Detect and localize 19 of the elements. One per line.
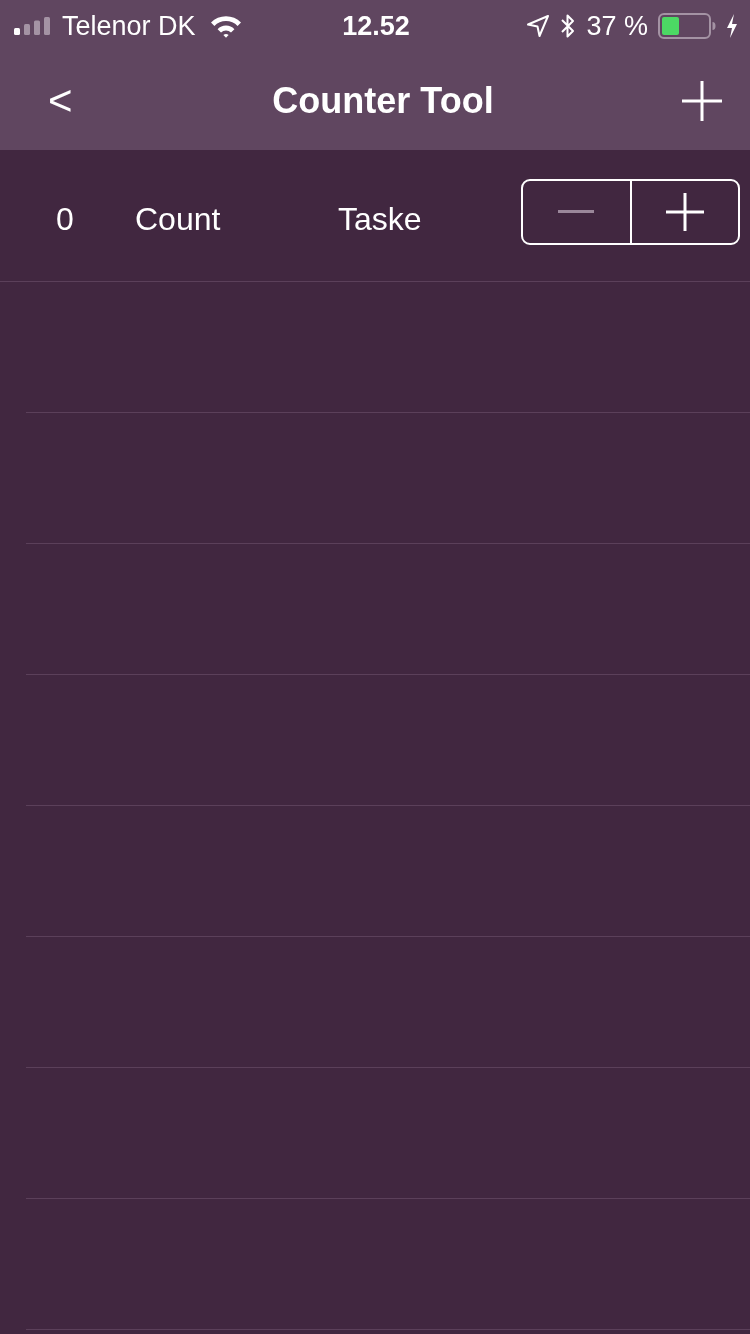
count-value: 0 xyxy=(55,200,75,238)
counter-category: Taske xyxy=(338,200,423,238)
battery-icon xyxy=(658,13,716,39)
bluetooth-icon xyxy=(560,13,577,39)
minus-icon xyxy=(558,210,595,213)
plus-icon xyxy=(665,192,704,231)
counter-row[interactable]: 0 Count Taske xyxy=(0,150,750,282)
carrier-name: Telenor DK xyxy=(62,10,196,42)
add-icon xyxy=(682,81,722,121)
add-button[interactable] xyxy=(682,81,722,121)
clock-time: 12.52 xyxy=(342,10,410,42)
battery-percentage: 37 % xyxy=(586,10,648,42)
charging-bolt-icon xyxy=(726,14,738,38)
wifi-icon xyxy=(209,14,242,38)
screen-title: Counter Tool xyxy=(272,80,494,122)
back-button[interactable]: < xyxy=(44,80,77,122)
location-arrow-icon xyxy=(526,14,551,38)
counter-name: Count xyxy=(135,200,222,238)
signal-icon xyxy=(14,17,52,35)
